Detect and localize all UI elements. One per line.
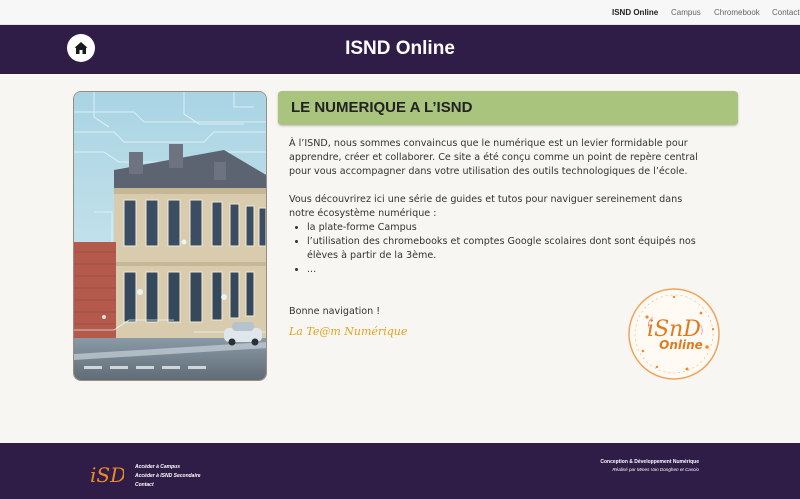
section-heading-bar: LE NUMERIQUE A L’ISND — [278, 91, 738, 125]
topnav-chromebook[interactable]: Chromebook — [714, 8, 760, 17]
topnav-contact[interactable]: Contact — [772, 8, 800, 17]
guides-list: la plate-forme Campus l’utilisation des … — [307, 221, 709, 277]
footer-links: Accéder à Campus Accéder à ISND Secondai… — [135, 463, 201, 490]
footer-link-isnd-secondaire[interactable]: Accéder à ISND Secondaire — [135, 472, 201, 481]
team-signature: La Te@m Numérique — [289, 325, 408, 338]
footer-link-contact[interactable]: Contact — [135, 481, 201, 490]
site-title: ISND Online — [345, 38, 455, 59]
badge-word: Online — [659, 338, 703, 352]
credit-title: Conception & Développement Numérique — [600, 459, 699, 465]
page-title: LE NUMERIQUE A L’ISND — [291, 99, 473, 116]
footer-logo-letters: iSD — [90, 463, 124, 487]
greeting-text: Bonne navigation ! — [289, 306, 381, 317]
credit-authors: Réalisé par Mmes Van Donghen et Cascio — [612, 467, 699, 472]
footer-link-campus[interactable]: Accéder à Campus — [135, 463, 201, 472]
school-building-image — [73, 91, 267, 381]
list-item: la plate-forme Campus — [307, 221, 709, 235]
top-navigation: ISND Online Campus Chromebook Contact — [0, 0, 800, 25]
list-intro: Vous découvrirez ici une série de guides… — [289, 194, 683, 219]
intro-content: À l’ISND, nous sommes convaincus que le … — [289, 137, 709, 277]
footer-credits: Conception & Développement Numérique Réa… — [600, 459, 699, 473]
list-item: l’utilisation des chromebooks et comptes… — [307, 235, 709, 263]
isnd-online-badge-logo: iSnD Online — [627, 287, 721, 381]
topnav-isnd-online[interactable]: ISND Online — [612, 8, 658, 17]
list-item: ... — [307, 263, 709, 277]
topnav-campus[interactable]: Campus — [671, 8, 701, 17]
site-header: ISND Online — [0, 25, 800, 74]
footer-logo: iSD — [88, 458, 126, 488]
intro-paragraph: À l’ISND, nous sommes convaincus que le … — [289, 138, 698, 177]
site-footer: iSD Accéder à Campus Accéder à ISND Seco… — [0, 443, 800, 499]
